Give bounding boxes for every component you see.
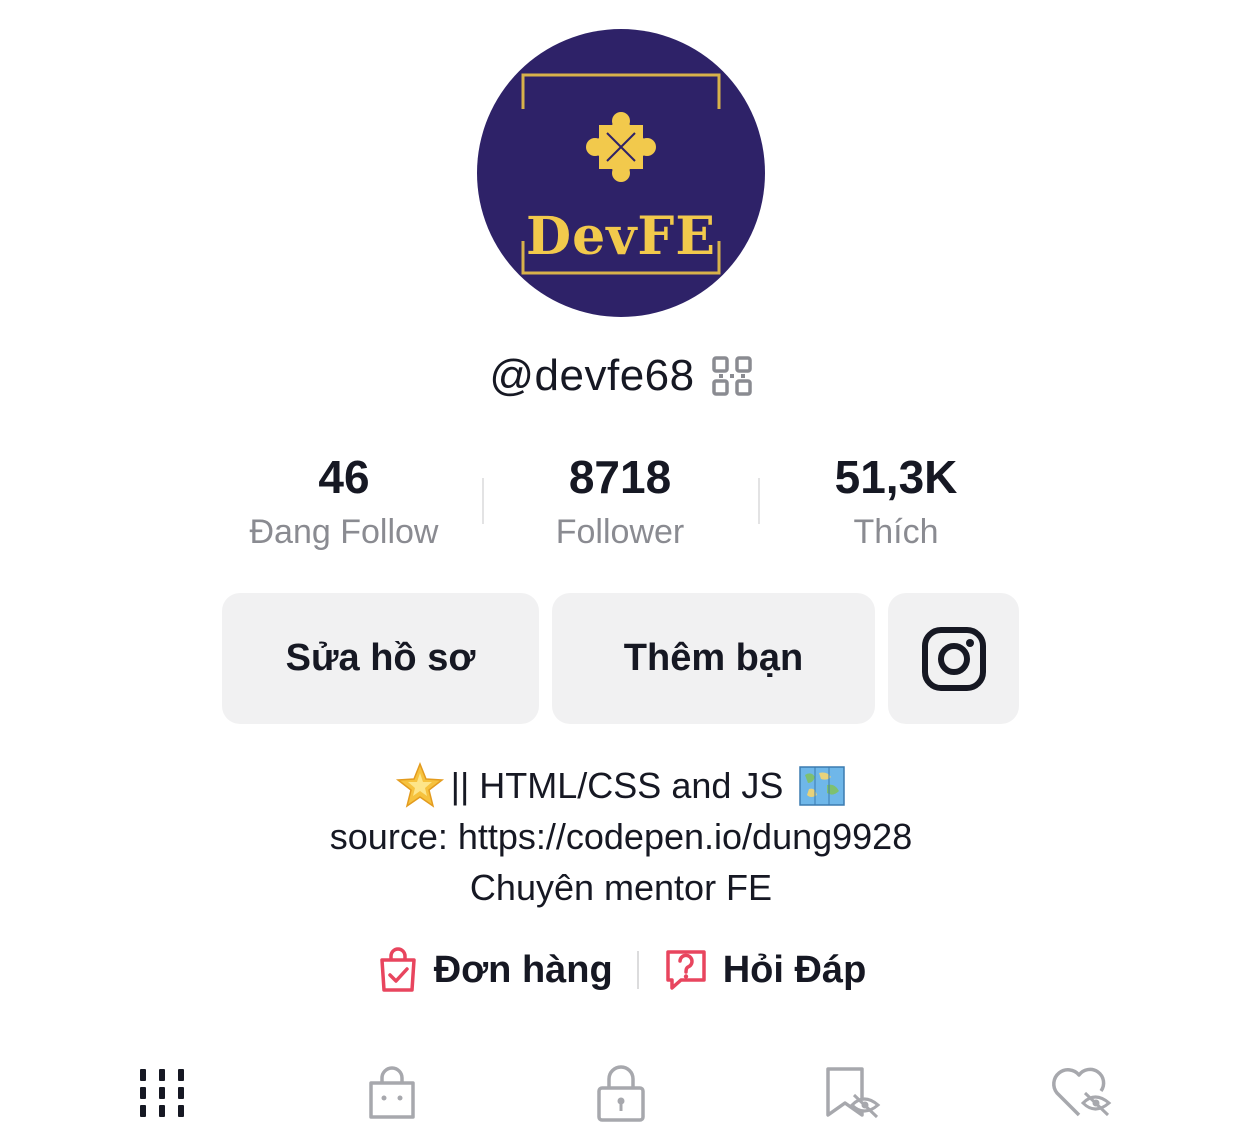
stat-following[interactable]: 46 Đang Follow	[206, 448, 482, 558]
bio-text-3: Chuyên mentor FE	[469, 867, 773, 908]
grid-videos-icon	[140, 1069, 184, 1117]
stat-likes-value: 51,3K	[834, 451, 958, 503]
lock-icon	[597, 1065, 645, 1122]
heart-hidden-icon	[1052, 1067, 1112, 1117]
tab-liked[interactable]	[1046, 1058, 1116, 1128]
orders-label: Đơn hàng	[433, 948, 613, 991]
stat-likes[interactable]: 51,3K Thích	[758, 448, 1034, 558]
orders-link[interactable]: Đơn hàng	[376, 946, 613, 994]
profile-avatar[interactable]: DevFE	[477, 29, 765, 317]
shopping-bag-check-icon	[379, 947, 416, 992]
glowing-star-icon	[395, 761, 444, 808]
qa-label: Hỏi Đáp	[722, 948, 867, 991]
bio-source-link[interactable]: source: https://codepen.io/dung9928	[330, 811, 912, 862]
bio-line-2: source: https://codepen.io/dung9928	[0, 811, 1242, 862]
qa-link[interactable]: Hỏi Đáp	[663, 947, 867, 993]
avatar-logo-text: DevFE	[526, 206, 716, 267]
stat-followers-label: Follower	[555, 513, 685, 551]
avatar-frame	[521, 73, 721, 275]
stat-followers-value: 8718	[568, 451, 672, 503]
add-friends-button[interactable]: Thêm bạn	[552, 593, 875, 724]
username-row: @devfe68	[0, 346, 1242, 406]
bookmark-hidden-icon	[826, 1067, 881, 1119]
bio-line-1: || HTML/CSS and JS	[0, 760, 1242, 811]
shop-bag-icon	[369, 1066, 415, 1119]
question-bubble-icon	[665, 950, 706, 990]
profile-links: Đơn hàng Hỏi Đáp	[0, 940, 1242, 1000]
tab-videos[interactable]	[127, 1058, 197, 1128]
tab-private[interactable]	[586, 1058, 656, 1128]
links-divider	[636, 951, 639, 989]
tab-shop[interactable]	[357, 1058, 427, 1128]
tab-favorites[interactable]	[817, 1058, 887, 1128]
stat-likes-label: Thích	[853, 513, 939, 551]
qr-code-icon[interactable]	[711, 355, 753, 397]
stat-following-label: Đang Follow	[249, 513, 439, 551]
instagram-button[interactable]	[888, 593, 1019, 724]
instagram-icon	[921, 626, 986, 691]
profile-bio: || HTML/CSS and JS source: https://codep…	[0, 760, 1242, 913]
world-map-icon	[799, 765, 846, 806]
stat-followers[interactable]: 8718 Follower	[482, 448, 758, 558]
username: @devfe68	[489, 351, 695, 400]
edit-profile-button[interactable]: Sửa hồ sơ	[222, 593, 539, 724]
profile-stats: 46 Đang Follow 8718 Follower 51,3K Thích	[0, 448, 1242, 558]
bio-text-1: || HTML/CSS and JS	[450, 765, 784, 806]
stat-following-value: 46	[318, 451, 370, 503]
profile-tabs	[0, 1058, 1242, 1128]
bio-line-3: Chuyên mentor FE	[0, 862, 1242, 913]
